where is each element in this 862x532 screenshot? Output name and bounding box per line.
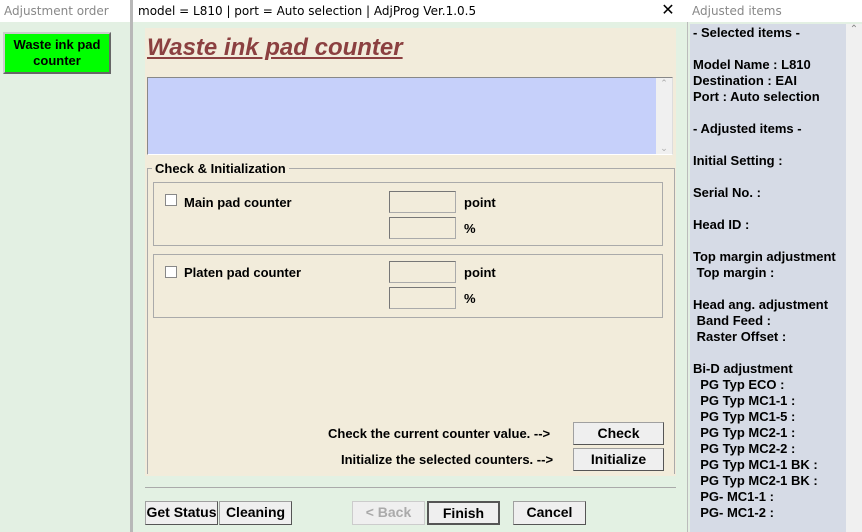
chevron-down-icon[interactable]: ⌄ bbox=[656, 143, 672, 154]
adjusted-item-line: PG- MC1-1 : bbox=[693, 489, 774, 504]
adjusted-item-line: PG Typ MC2-2 : bbox=[693, 441, 796, 456]
adjusted-item-line: Port : Auto selection bbox=[693, 89, 820, 104]
message-area: ⌃ ⌄ bbox=[147, 77, 673, 155]
adjustment-order-title: Adjustment order bbox=[0, 0, 130, 22]
adjusted-item-line: PG Typ MC1-5 : bbox=[693, 409, 796, 424]
adjusted-item-line: PG Typ ECO : bbox=[693, 377, 785, 392]
cancel-button[interactable]: Cancel bbox=[513, 501, 586, 525]
main-pad-point-field[interactable] bbox=[389, 191, 456, 213]
scrollbar[interactable]: ⌃ bbox=[846, 24, 862, 532]
back-button[interactable]: < Back bbox=[352, 501, 425, 525]
check-button[interactable]: Check bbox=[573, 422, 664, 445]
main-pad-label: Main pad counter bbox=[184, 195, 292, 210]
check-instruction: Check the current counter value. --> bbox=[328, 426, 551, 441]
adjusted-item-line: - Adjusted items - bbox=[693, 121, 802, 136]
platen-pad-point-field[interactable] bbox=[389, 261, 456, 283]
adjusted-item-line: PG Typ MC1-1 : bbox=[693, 393, 796, 408]
adjusted-item-line: PG- MC1-2 : bbox=[693, 505, 774, 520]
point-unit: point bbox=[464, 195, 496, 210]
waste-ink-pad-counter-item[interactable]: Waste ink pad counter bbox=[3, 32, 111, 74]
adjusted-item-line: PG Typ MC2-1 BK : bbox=[693, 473, 818, 488]
adjusted-items-title: Adjusted items bbox=[688, 0, 862, 22]
initialize-instruction: Initialize the selected counters. --> bbox=[341, 452, 554, 467]
dialog: model = L810 | port = Auto selection | A… bbox=[133, 0, 688, 532]
adjusted-item-line: Model Name : L810 bbox=[693, 57, 811, 72]
main-pad-percent-field[interactable] bbox=[389, 217, 456, 239]
percent-unit: % bbox=[464, 291, 476, 306]
divider bbox=[145, 487, 676, 488]
adjusted-item-line: Top margin adjustment bbox=[693, 249, 836, 264]
chevron-up-icon[interactable]: ⌃ bbox=[850, 24, 858, 35]
main-pad-checkbox[interactable] bbox=[165, 194, 177, 206]
adjusted-item-line: Destination : EAI bbox=[693, 73, 798, 88]
cleaning-button[interactable]: Cleaning bbox=[219, 501, 292, 525]
adjusted-item-line: Bi-D adjustment bbox=[693, 361, 793, 376]
adjusted-item-line: Band Feed : bbox=[693, 313, 772, 328]
adjusted-item-line: PG Typ MC2-1 : bbox=[693, 425, 796, 440]
percent-unit: % bbox=[464, 221, 476, 236]
page-heading: Waste ink pad counter bbox=[147, 34, 403, 61]
platen-pad-checkbox[interactable] bbox=[165, 266, 177, 278]
dialog-title: model = L810 | port = Auto selection | A… bbox=[133, 0, 688, 22]
platen-pad-label: Platen pad counter bbox=[184, 265, 302, 280]
group-label: Check & Initialization bbox=[152, 161, 289, 176]
point-unit: point bbox=[464, 265, 496, 280]
chevron-up-icon[interactable]: ⌃ bbox=[656, 78, 672, 89]
adjusted-item-line: Head ID : bbox=[693, 217, 750, 232]
adjusted-item-line: Top margin : bbox=[693, 265, 775, 280]
adjusted-item-line: Initial Setting : bbox=[693, 153, 783, 168]
adjusted-item-line: PG Typ MC1-1 BK : bbox=[693, 457, 818, 472]
finish-button[interactable]: Finish bbox=[427, 501, 500, 525]
close-icon[interactable]: ✕ bbox=[657, 1, 679, 21]
initialize-button[interactable]: Initialize bbox=[573, 448, 664, 471]
scrollbar[interactable]: ⌃ ⌄ bbox=[656, 78, 672, 154]
get-status-button[interactable]: Get Status bbox=[145, 501, 218, 525]
adjusted-item-line: - Selected items - bbox=[693, 25, 800, 40]
adjusted-item-line: Head ang. adjustment bbox=[693, 297, 829, 312]
platen-pad-percent-field[interactable] bbox=[389, 287, 456, 309]
adjusted-item-line: Raster Offset : bbox=[693, 329, 787, 344]
adjusted-item-line: Serial No. : bbox=[693, 185, 761, 200]
